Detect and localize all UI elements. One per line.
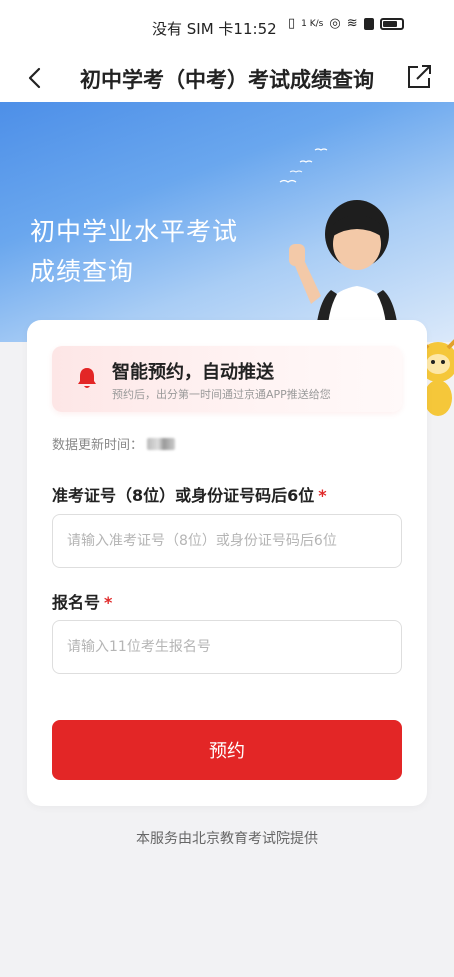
reminder-subtitle: 预约后，出分第一时间通过京通APP推送给您: [112, 388, 331, 401]
battery-icon: [379, 17, 404, 30]
registration-no-input[interactable]: [52, 620, 402, 674]
wifi-icon: ≋: [346, 16, 358, 31]
hotspot-icon: ◎: [329, 16, 341, 31]
speed-icon: 1 K/s: [301, 18, 324, 29]
update-time-value: [147, 437, 176, 450]
banner-title-line2: 成绩查询: [30, 257, 135, 286]
nav-bar: 初中学考（中考）考试成绩查询: [0, 54, 454, 102]
share-icon[interactable]: [404, 62, 434, 92]
alert-icon: [363, 17, 374, 30]
exam-id-label-text: 准考证号（8位）或身份证号码后6位: [52, 486, 315, 505]
exam-id-label: 准考证号（8位）或身份证号码后6位 *: [52, 482, 327, 506]
banner-title-line1: 初中学业水平考试: [30, 217, 239, 246]
required-mark: *: [104, 593, 113, 612]
footer-text: 本服务由北京教育考试院提供: [136, 831, 318, 847]
registration-no-label: 报名号 *: [52, 589, 112, 613]
reserve-button[interactable]: 预约: [52, 720, 402, 780]
registration-no-label-text: 报名号: [52, 593, 101, 612]
query-card: 智能预约，自动推送 预约后，出分第一时间通过京通APP推送给您 数据更新时间： …: [27, 320, 427, 806]
bell-icon: [78, 368, 96, 388]
status-bar: 没有 SIM 卡11:52 ▯ 1 K/s ◎ ≋: [0, 0, 454, 54]
required-mark: *: [318, 486, 327, 505]
reminder-title: 智能预约，自动推送: [112, 362, 274, 383]
hero-banner: 初中学业水平考试 成绩查询: [0, 102, 454, 342]
update-time-row: 数据更新时间：: [52, 434, 176, 453]
status-icons: ▯ 1 K/s ◎ ≋: [288, 16, 404, 31]
exam-id-input[interactable]: [52, 514, 402, 568]
update-time-label: 数据更新时间：: [52, 438, 144, 453]
smart-reminder-banner[interactable]: 智能预约，自动推送 预约后，出分第一时间通过京通APP推送给您: [52, 346, 402, 412]
vibrate-icon: ▯: [288, 16, 296, 31]
page-title: 初中学考（中考）考试成绩查询: [80, 68, 374, 92]
status-carrier-time: 没有 SIM 卡11:52: [152, 20, 277, 38]
